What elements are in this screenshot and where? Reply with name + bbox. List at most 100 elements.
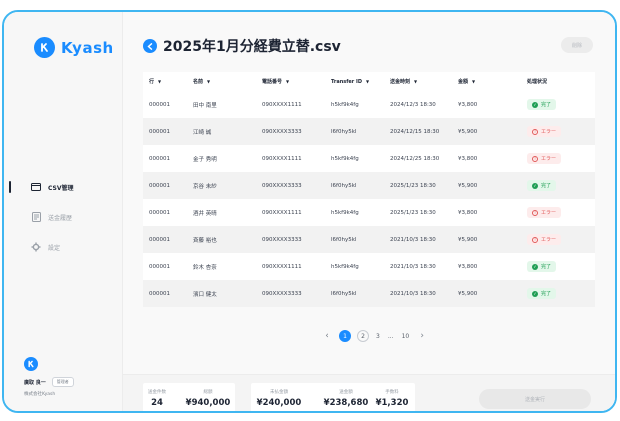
cell-phone: 090XXXX3333 <box>262 236 302 243</box>
status-badge: ✓ 完了 <box>527 180 557 191</box>
check-icon: ✓ <box>532 290 538 297</box>
summary-unpaid: 未払金額 ¥240,000 <box>256 390 302 408</box>
status-badge: ! エラー <box>527 153 562 164</box>
page-10-button[interactable]: 10 <box>402 330 410 342</box>
kyash-logo-icon <box>34 37 55 58</box>
cell-transfer-id: h5kf9k4fg <box>331 209 359 216</box>
summary-total: 総額 ¥940,000 <box>185 390 231 408</box>
cell-status: ✓ 完了 <box>521 99 595 110</box>
cell-amount: ¥5,900 <box>458 182 478 189</box>
delete-button[interactable]: 削除 <box>561 37 593 53</box>
column-header-name[interactable]: 名前 ▼ <box>187 78 256 85</box>
column-header-row[interactable]: 行 ▼ <box>143 78 187 85</box>
cell-transfer-id: l6f0hy5kl <box>331 290 357 297</box>
alert-icon: ! <box>532 236 538 243</box>
table-row[interactable]: 000001 田中 南里 090XXXX1111 h5kf9k4fg 2024/12/3… <box>143 91 595 118</box>
table-row[interactable]: 000001 酒井 英晴 090XXXX1111 h5kf9k4fg 2025/1/23… <box>143 199 595 226</box>
page-ellipsis: ... <box>387 332 394 340</box>
alert-icon: ! <box>532 209 538 216</box>
status-text: 完了 <box>541 102 552 108</box>
cell-amount: ¥3,800 <box>458 209 478 216</box>
alert-icon: ! <box>532 128 538 135</box>
column-header-phone[interactable]: 電話番号 ▼ <box>256 78 325 85</box>
cell-phone: 090XXXX1111 <box>262 209 302 216</box>
cell-time: 2021/10/3 18:30 <box>390 290 436 297</box>
status-text: エラー <box>541 210 557 216</box>
status-text: エラー <box>541 156 557 162</box>
table-row[interactable]: 000001 京谷 未紗 090XXXX3333 l6f0hy5kl 2025/1/23… <box>143 172 595 199</box>
sort-caret-icon: ▼ <box>472 79 476 84</box>
table-row[interactable]: 000001 濱口 健太 090XXXX3333 l6f0hy5kl 2021/10/3… <box>143 280 595 307</box>
cell-time: 2021/10/3 18:30 <box>390 263 436 270</box>
sidebar-item-settings[interactable]: 設定 <box>4 232 123 262</box>
chevron-left-icon <box>147 42 153 50</box>
sidebar-item-label: 設定 <box>48 244 61 252</box>
main-content: 2025年1月分経費立替.csv 削除 行 ▼ 名前 ▼ 電話番号 ▼ Transfe… <box>123 12 615 411</box>
table-row[interactable]: 000001 斉藤 裕也 090XXXX3333 l6f0hy5kl 2021/10/3… <box>143 226 595 253</box>
sidebar-item-history[interactable]: 送金履歴 <box>4 202 123 232</box>
page-2-button[interactable]: 2 <box>357 330 369 342</box>
cell-amount: ¥3,800 <box>458 263 478 270</box>
status-text: 完了 <box>541 183 552 189</box>
cell-name: 濱口 健太 <box>193 291 217 298</box>
sort-caret-icon: ▼ <box>286 79 290 84</box>
logo-text: Kyash <box>61 38 114 57</box>
document-icon <box>31 212 41 222</box>
table-body: 000001 田中 南里 090XXXX1111 h5kf9k4fg 2024/12/3… <box>143 91 595 307</box>
status-badge: ! エラー <box>527 126 562 137</box>
check-icon: ✓ <box>532 101 538 108</box>
cell-time: 2024/12/15 18:30 <box>390 128 440 135</box>
column-header-time[interactable]: 送金時刻 ▼ <box>384 78 452 85</box>
cell-time: 2024/12/3 18:30 <box>390 101 436 108</box>
cell-transfer-id: h5kf9k4fg <box>331 155 359 162</box>
prev-page-button[interactable]: ‹ <box>321 330 333 342</box>
user-profile[interactable]: 廣取 良一 管理者 株式会社Kyash <box>24 357 74 397</box>
status-badge: ✓ 完了 <box>527 99 557 110</box>
sidebar-item-csv[interactable]: CSV管理 <box>4 172 123 202</box>
cell-name: 京谷 未紗 <box>193 183 217 190</box>
cell-row-number: 000001 <box>149 236 170 243</box>
column-header-amount[interactable]: 金額 ▼ <box>452 78 521 85</box>
cell-transfer-id: l6f0hy5kl <box>331 128 357 135</box>
table-row[interactable]: 000001 江崎 誠 090XXXX3333 l6f0hy5kl 2024/12/15… <box>143 118 595 145</box>
table-row[interactable]: 000001 金子 秀明 090XXXX1111 h5kf9k4fg 2024/12/2… <box>143 145 595 172</box>
page-3-button[interactable]: 3 <box>376 330 380 342</box>
status-text: 完了 <box>541 291 552 297</box>
sidebar-nav: CSV管理 送金履歴 設定 <box>4 172 123 262</box>
cell-transfer-id: l6f0hy5kl <box>331 182 357 189</box>
back-button[interactable] <box>143 39 157 53</box>
table-row[interactable]: 000001 鈴木 杏奈 090XXXX1111 h5kf9k4fg 2021/10/3… <box>143 253 595 280</box>
sort-caret-icon: ▼ <box>414 79 418 84</box>
cell-phone: 090XXXX1111 <box>262 101 302 108</box>
summary-count: 送金件数 24 <box>148 390 166 408</box>
cell-amount: ¥5,900 <box>458 236 478 243</box>
column-header-transfer-id[interactable]: Transfer ID ▼ <box>325 79 384 85</box>
pagination: ‹ 1 2 3 ... 10 › <box>318 330 431 342</box>
cell-name: 金子 秀明 <box>193 156 217 163</box>
status-text: エラー <box>541 237 557 243</box>
cell-status: ✓ 完了 <box>521 180 595 191</box>
cell-phone: 090XXXX3333 <box>262 128 302 135</box>
summary-fee: 手数料 ¥1,320 <box>375 390 409 408</box>
cell-status: ! エラー <box>521 234 595 245</box>
cell-phone: 090XXXX1111 <box>262 263 302 270</box>
cell-transfer-id: h5kf9k4fg <box>331 101 359 108</box>
cell-row-number: 000001 <box>149 263 170 270</box>
company-name: 株式会社Kyash <box>24 392 56 397</box>
cell-time: 2024/12/25 18:30 <box>390 155 440 162</box>
status-text: エラー <box>541 129 557 135</box>
gear-icon <box>31 242 41 252</box>
execute-transfer-button[interactable]: 送金実行 <box>479 389 591 409</box>
cell-time: 2025/1/23 18:30 <box>390 182 436 189</box>
column-header-status: 処理状況 <box>527 79 548 85</box>
cell-amount: ¥3,800 <box>458 101 478 108</box>
cell-phone: 090XXXX1111 <box>262 155 302 162</box>
user-role-badge: 管理者 <box>51 377 74 387</box>
cell-row-number: 000001 <box>149 155 170 162</box>
page-title: 2025年1月分経費立替.csv <box>163 39 341 55</box>
summary-amount-box: 未払金額 ¥240,000 送金額 ¥238,680 手数料 ¥1,320 <box>251 383 415 411</box>
app-window: Kyash CSV管理 送金履歴 設定 廣取 良一 管理者 株式会社Kyash … <box>2 10 617 413</box>
next-page-button[interactable]: › <box>416 330 428 342</box>
page-1-button[interactable]: 1 <box>339 330 351 342</box>
alert-icon: ! <box>532 155 538 162</box>
